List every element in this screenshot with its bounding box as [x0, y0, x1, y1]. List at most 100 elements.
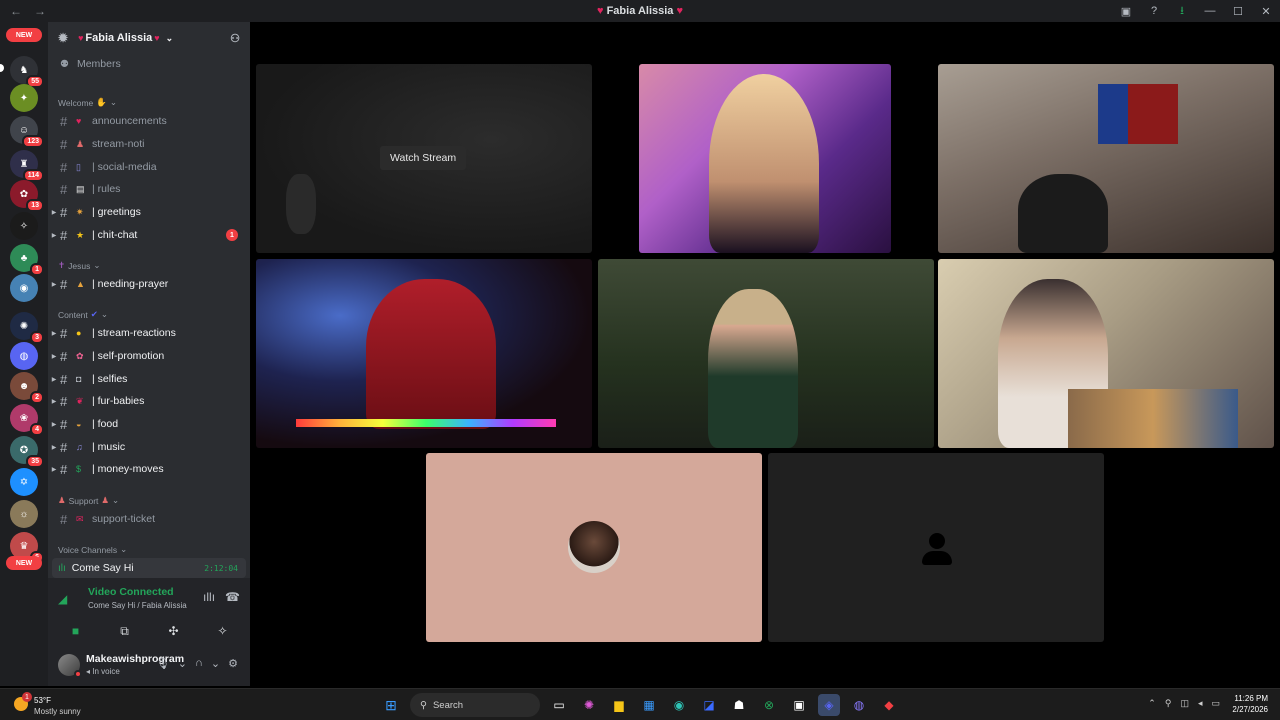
messenger-icon[interactable]: ◍	[848, 694, 870, 716]
hash-icon: #	[60, 227, 68, 243]
help-icon[interactable]: ?	[1140, 0, 1168, 22]
forward-arrow-icon[interactable]: →	[34, 4, 46, 18]
stream-tile[interactable]: Watch Stream	[256, 64, 592, 253]
server-icon[interactable]: ◍	[10, 342, 38, 370]
server-icon[interactable]: ♞ 55	[10, 56, 44, 88]
channel-social-media[interactable]: # ▯ | social-media	[48, 157, 250, 177]
chevron-down-icon[interactable]: ⌄	[178, 657, 187, 670]
microphone-icon[interactable]: 🎙︎	[156, 657, 170, 670]
editor-app-icon[interactable]: ◪	[698, 694, 720, 716]
channel-announcements[interactable]: # ♥ announcements	[48, 111, 250, 131]
taskbar-search[interactable]: ⚲ Search	[410, 693, 540, 717]
app-icon[interactable]: ◆	[878, 694, 900, 716]
soundboard-button[interactable]: ✧	[201, 618, 244, 644]
server-icon[interactable]: ☺ 123	[10, 116, 44, 148]
video-tile[interactable]	[768, 453, 1104, 642]
store-icon[interactable]: ▦	[638, 694, 660, 716]
server-icon[interactable]: ✺ 3	[10, 312, 44, 344]
soundboard-icon: ✧	[217, 624, 228, 638]
channel-needing-prayer[interactable]: ▶ # ▲ | needing-prayer	[48, 274, 250, 294]
server-icon[interactable]: ☼	[10, 500, 38, 528]
windows-start-icon[interactable]: ⊞	[380, 694, 402, 716]
video-tile[interactable]	[938, 259, 1274, 448]
task-view-icon[interactable]: ▭	[548, 694, 570, 716]
download-icon[interactable]: ⭳	[1168, 0, 1196, 22]
category-voice-channels[interactable]: Voice Channels ⌄	[58, 544, 127, 555]
channel-stream-reactions[interactable]: ▶ # ● | stream-reactions	[48, 323, 250, 343]
watch-stream-button[interactable]: Watch Stream	[380, 146, 467, 170]
video-tile[interactable]	[426, 453, 762, 642]
channel-money-moves[interactable]: ▶ # $ | money-moves	[48, 459, 250, 479]
camera-button[interactable]: ■	[54, 618, 97, 644]
voice-location[interactable]: Come Say Hi / Fabia Alissia	[88, 601, 187, 610]
network-icon[interactable]: ◫	[1180, 698, 1189, 709]
tray-app-icon[interactable]: ⚲	[1165, 698, 1172, 709]
cross-icon: ✝	[58, 260, 66, 270]
video-tile[interactable]	[256, 259, 592, 448]
channel-food[interactable]: ▶ # ◒ | food	[48, 414, 250, 434]
video-tile[interactable]	[598, 259, 934, 448]
category-content[interactable]: Content ✔ ⌄	[58, 309, 108, 320]
volume-icon[interactable]: ◂	[1198, 698, 1203, 709]
voice-channel-come-say-hi[interactable]: ılı Come Say Hi 2:12:04	[52, 558, 246, 578]
channel-chit-chat[interactable]: ▶ # ★ | chit-chat 1	[48, 225, 250, 245]
inbox-icon[interactable]: ▣	[1112, 0, 1140, 22]
server-icon[interactable]: ♜ 114	[10, 150, 44, 182]
back-arrow-icon[interactable]: ←	[10, 4, 22, 18]
server-icon[interactable]: ☻ 2	[10, 372, 44, 404]
invite-people-icon[interactable]: ⚇	[230, 32, 240, 45]
xbox-icon[interactable]: ⊗	[758, 694, 780, 716]
chevron-down-icon: ⌄	[165, 32, 174, 43]
chevron-down-icon[interactable]: ⌄	[211, 657, 220, 670]
edge-browser-icon[interactable]: ◉	[668, 694, 690, 716]
category-support[interactable]: ♟ Support ♟ ⌄	[58, 495, 119, 506]
video-tile[interactable]	[639, 64, 891, 253]
video-tile[interactable]	[938, 64, 1274, 253]
voice-status[interactable]: Video Connected	[88, 586, 174, 598]
settings-gear-icon[interactable]: ⚙	[228, 657, 238, 670]
channel-music[interactable]: ▶ # ♫ | music	[48, 437, 250, 457]
server-icon[interactable]: ◉	[10, 274, 38, 302]
channel-fur-babies[interactable]: ▶ # ❦ | fur-babies	[48, 391, 250, 411]
new-badge: NEW	[6, 28, 42, 42]
noise-suppression-icon[interactable]: ıllı	[203, 590, 215, 604]
server-icon[interactable]: ✦	[10, 84, 38, 112]
server-icon[interactable]: ✿ 13	[10, 180, 44, 212]
close-button[interactable]: ✕	[1252, 0, 1280, 22]
members-item[interactable]: ⚉ Members	[48, 54, 250, 74]
channel-support-ticket[interactable]: # ✉ support-ticket	[48, 509, 250, 529]
copilot-icon[interactable]: ✺	[578, 694, 600, 716]
activities-button[interactable]: ✣	[152, 618, 195, 644]
clock-time: 11:26 PM	[1234, 694, 1268, 703]
minimize-button[interactable]: —	[1196, 0, 1224, 22]
category-label: Jesus	[68, 260, 91, 271]
category-jesus[interactable]: ✝ Jesus ⌄	[58, 260, 100, 271]
capcut-icon[interactable]: ▣	[788, 694, 810, 716]
signal-icon[interactable]: ◢	[58, 592, 67, 606]
discord-taskbar-icon[interactable]: ◈	[818, 694, 840, 716]
category-welcome[interactable]: Welcome ✋ ⌄	[58, 97, 117, 108]
weather-condition: Mostly sunny	[34, 707, 81, 716]
alienware-icon[interactable]: ☗	[728, 694, 750, 716]
channel-greetings[interactable]: ▶ # ✷ | greetings	[48, 202, 250, 222]
taskbar-clock[interactable]: 11:26 PM 2/27/2026	[1232, 693, 1268, 715]
screen-share-button[interactable]: ⧉	[103, 618, 146, 644]
battery-icon[interactable]: ▭	[1211, 698, 1220, 709]
expand-caret-icon: ▶	[51, 421, 57, 428]
guild-header[interactable]: ✹ ♥ Fabia Alissia ♥ ⌄ ⚇	[48, 22, 250, 54]
channel-selfies[interactable]: ▶ # ◘ | selfies	[48, 369, 250, 389]
server-icon[interactable]: ✪ 35	[10, 436, 44, 468]
maximize-button[interactable]: ☐	[1224, 0, 1252, 22]
channel-stream-noti[interactable]: # ♟ stream-noti	[48, 134, 250, 154]
server-icon[interactable]: ♣ 1	[10, 244, 44, 276]
headphones-icon[interactable]: ∩	[195, 657, 203, 670]
channel-name: | money-moves	[92, 463, 164, 475]
server-icon[interactable]: ✧	[10, 212, 38, 240]
server-icon[interactable]: ✡	[10, 468, 38, 496]
disconnect-icon[interactable]: ☎	[225, 590, 240, 604]
server-icon[interactable]: ❀ 4	[10, 404, 44, 436]
chevron-up-icon[interactable]: ⌃	[1148, 698, 1156, 709]
channel-rules[interactable]: # ▤ | rules	[48, 179, 250, 199]
channel-self-promotion[interactable]: ▶ # ✿ | self-promotion	[48, 346, 250, 366]
file-explorer-icon[interactable]: ▆	[608, 694, 630, 716]
